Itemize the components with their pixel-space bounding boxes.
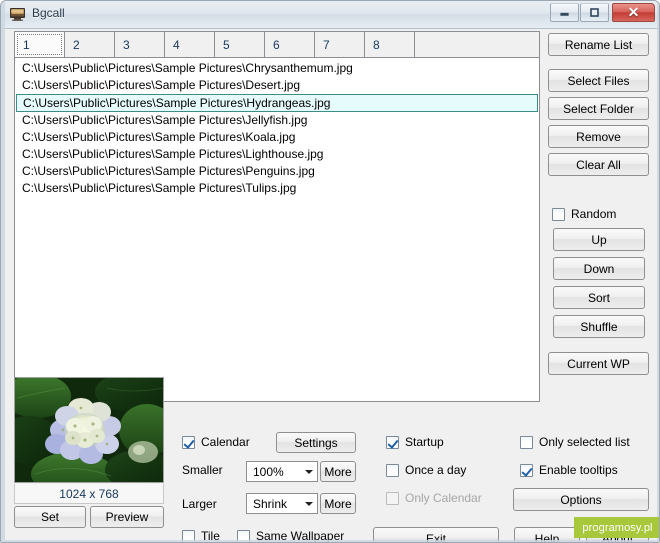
only-calendar-label: Only Calendar — [405, 491, 482, 505]
chevron-down-icon[interactable] — [300, 462, 317, 481]
title-bar[interactable]: Bgcall ✕ — [1, 1, 659, 29]
minimize-button[interactable] — [550, 3, 579, 22]
tab-label: 4 — [173, 37, 180, 52]
hydrangea-photo — [15, 378, 163, 482]
list-item[interactable]: C:\Users\Public\Pictures\Sample Pictures… — [15, 180, 539, 197]
sort-button[interactable]: Sort — [553, 286, 645, 309]
select-files-button[interactable]: Select Files — [548, 69, 649, 92]
tab-list-3[interactable]: 3 — [115, 32, 165, 57]
tab-list-2[interactable]: 2 — [65, 32, 115, 57]
only-calendar-checkbox: Only Calendar — [386, 491, 482, 505]
fit-mode-combobox[interactable]: Shrink — [246, 493, 318, 514]
site-watermark: programosy.pl — [574, 517, 659, 538]
checkbox-box[interactable] — [182, 529, 195, 542]
checkbox-box[interactable] — [552, 207, 565, 221]
maximize-icon — [581, 4, 608, 21]
list-item[interactable]: C:\Users\Public\Pictures\Sample Pictures… — [15, 112, 539, 129]
minimize-icon — [551, 4, 578, 21]
list-item[interactable]: C:\Users\Public\Pictures\Sample Pictures… — [15, 146, 539, 163]
tab-strip-filler — [415, 32, 539, 57]
checkbox-box[interactable] — [386, 463, 399, 477]
tab-label: 5 — [223, 37, 230, 52]
shuffle-button[interactable]: Shuffle — [553, 315, 645, 338]
tab-label: 6 — [273, 37, 280, 52]
client-area: 1 2 3 4 5 6 7 8 C:\Users\Public\Pictures… — [5, 29, 657, 543]
tab-label: 7 — [323, 37, 330, 52]
tab-list-1[interactable]: 1 — [15, 32, 65, 57]
calendar-checkbox[interactable]: Calendar — [182, 435, 250, 449]
preview-button[interactable]: Preview — [90, 506, 164, 528]
tile-label: Tile — [201, 529, 220, 543]
random-label: Random — [571, 207, 617, 221]
remove-button[interactable]: Remove — [548, 125, 649, 148]
move-up-button[interactable]: Up — [553, 228, 645, 251]
close-icon: ✕ — [627, 4, 640, 20]
wallpaper-preview[interactable] — [14, 377, 164, 483]
tab-label: 2 — [73, 37, 80, 52]
wallpaper-file-listbox[interactable]: C:\Users\Public\Pictures\Sample Pictures… — [14, 58, 540, 402]
checkbox-box[interactable] — [520, 435, 533, 449]
startup-label: Startup — [405, 435, 444, 449]
fit-mode-value: Shrink — [253, 496, 288, 511]
tab-label: 8 — [373, 37, 380, 52]
focus-rectangle — [17, 34, 62, 55]
current-wallpaper-button[interactable]: Current WP — [548, 352, 649, 375]
tab-list-5[interactable]: 5 — [215, 32, 265, 57]
once-a-day-label: Once a day — [405, 463, 467, 477]
enable-tooltips-label: Enable tooltips — [539, 463, 618, 477]
tab-list-6[interactable]: 6 — [265, 32, 315, 57]
help-button[interactable]: Help — [514, 527, 580, 542]
tile-checkbox[interactable]: Tile — [182, 529, 220, 543]
same-wallpaper-label: Same Wallpaper — [256, 529, 345, 543]
settings-button[interactable]: Settings — [276, 432, 356, 453]
checkbox-box[interactable] — [386, 435, 399, 449]
tab-list-7[interactable]: 7 — [315, 32, 365, 57]
more-fit-button[interactable]: More — [320, 493, 356, 514]
only-selected-list-label: Only selected list — [539, 435, 630, 449]
rename-list-button[interactable]: Rename List — [548, 33, 649, 56]
same-wallpaper-checkbox[interactable]: Same Wallpaper — [237, 529, 345, 543]
exit-button[interactable]: Exit — [373, 527, 499, 542]
window-title: Bgcall — [32, 6, 65, 20]
only-selected-list-checkbox[interactable]: Only selected list — [520, 435, 630, 449]
once-a-day-checkbox[interactable]: Once a day — [386, 463, 466, 477]
checkbox-box[interactable] — [520, 463, 533, 477]
random-checkbox[interactable]: Random — [552, 207, 616, 221]
tab-label: 3 — [123, 37, 130, 52]
tab-list-8[interactable]: 8 — [365, 32, 415, 57]
select-folder-button[interactable]: Select Folder — [548, 97, 649, 120]
list-item[interactable]: C:\Users\Public\Pictures\Sample Pictures… — [15, 129, 539, 146]
checkbox-box[interactable] — [237, 529, 250, 542]
clear-all-button[interactable]: Clear All — [548, 153, 649, 176]
set-wallpaper-button[interactable]: Set — [14, 506, 86, 528]
list-item[interactable]: C:\Users\Public\Pictures\Sample Pictures… — [15, 163, 539, 180]
application-window: Bgcall ✕ 1 2 3 4 5 6 7 8 C:\Users\Public… — [0, 0, 660, 543]
list-item[interactable]: C:\Users\Public\Pictures\Sample Pictures… — [15, 60, 539, 77]
chevron-down-icon[interactable] — [300, 494, 317, 513]
smaller-label: Smaller — [182, 463, 223, 477]
maximize-button[interactable] — [580, 3, 609, 22]
tab-list-4[interactable]: 4 — [165, 32, 215, 57]
move-down-button[interactable]: Down — [553, 257, 645, 280]
monitor-icon — [10, 8, 25, 21]
list-item[interactable]: C:\Users\Public\Pictures\Sample Pictures… — [16, 94, 538, 112]
enable-tooltips-checkbox[interactable]: Enable tooltips — [520, 463, 618, 477]
close-button[interactable]: ✕ — [612, 3, 655, 22]
list-tab-strip[interactable]: 1 2 3 4 5 6 7 8 — [14, 31, 540, 58]
calendar-label: Calendar — [201, 435, 250, 449]
larger-label: Larger — [182, 497, 217, 511]
scale-percent-combobox[interactable]: 100% — [246, 461, 318, 482]
startup-checkbox[interactable]: Startup — [386, 435, 444, 449]
image-dimensions-label: 1024 x 768 — [14, 484, 164, 504]
list-item[interactable]: C:\Users\Public\Pictures\Sample Pictures… — [15, 77, 539, 94]
more-scale-button[interactable]: More — [320, 461, 356, 482]
checkbox-box — [386, 491, 399, 505]
options-button[interactable]: Options — [513, 488, 649, 511]
scale-percent-value: 100% — [253, 464, 284, 479]
checkbox-box[interactable] — [182, 435, 195, 449]
